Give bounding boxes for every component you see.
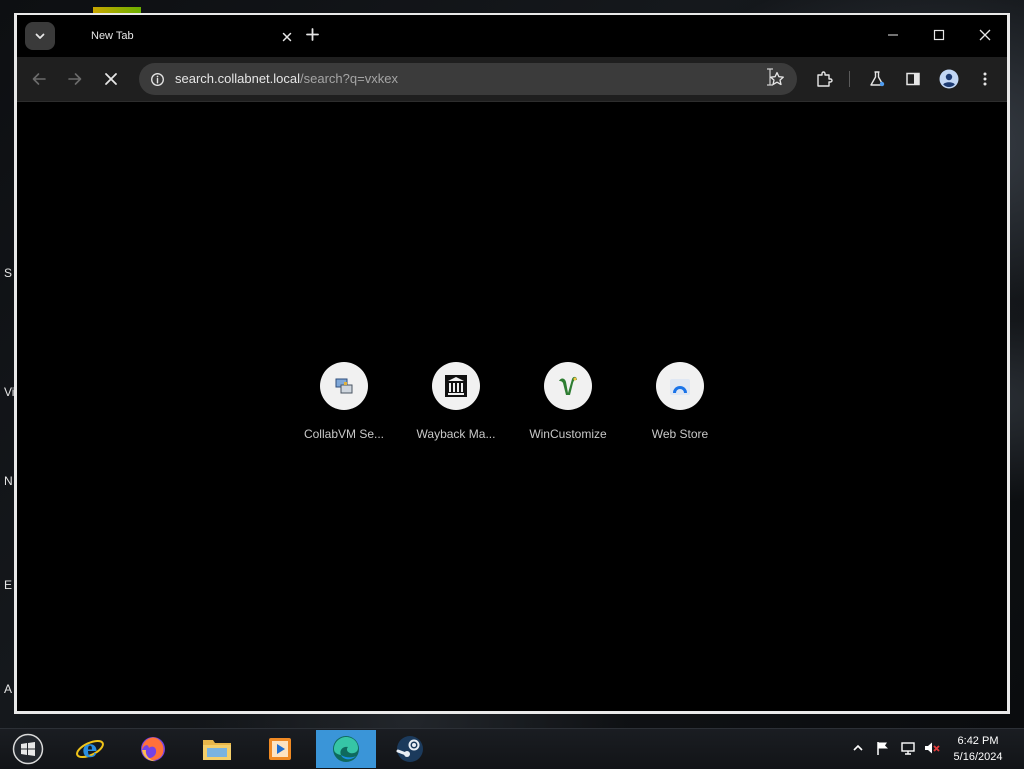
- close-window-button[interactable]: [965, 21, 1005, 49]
- taskbar-clock[interactable]: 6:42 PM 5/16/2024: [946, 733, 1010, 765]
- side-panel-icon: [906, 72, 920, 86]
- close-icon: [282, 32, 292, 42]
- file-explorer-icon: [203, 740, 231, 760]
- address-bar[interactable]: search.collabnet.local/search?q=vxkex: [139, 63, 797, 95]
- bookmark-button[interactable]: [765, 67, 789, 91]
- arrow-right-icon: [68, 73, 82, 85]
- toolbar-separator: [849, 71, 850, 87]
- maximize-icon: [933, 29, 945, 41]
- browser-window: New Tab search.collabnet.local/search?q=…: [14, 13, 1010, 714]
- show-hidden-icons-button[interactable]: [849, 739, 867, 757]
- firefox-icon: [141, 737, 165, 762]
- menu-button[interactable]: [969, 63, 1001, 95]
- shortcut-collabvm[interactable]: CollabVM Se...: [288, 362, 400, 441]
- new-tab-page: CollabVM Se... Wayback Ma... WinCustomiz…: [17, 102, 1007, 711]
- minimize-icon: [888, 34, 898, 36]
- labs-button[interactable]: [861, 63, 893, 95]
- extensions-button[interactable]: [808, 63, 840, 95]
- close-icon: [979, 29, 991, 41]
- taskbar-media-player[interactable]: [250, 730, 310, 768]
- collabvm-icon: [335, 378, 353, 394]
- desktop-label-fragment: N: [4, 474, 13, 488]
- taskbar: e 6:42 PM 5/16/2024: [0, 728, 1024, 769]
- clock-date: 5/16/2024: [953, 751, 1003, 763]
- desktop-label-fragment: E: [4, 578, 13, 592]
- site-info-button[interactable]: [145, 67, 169, 91]
- minimize-button[interactable]: [873, 21, 913, 49]
- close-icon: [105, 73, 117, 85]
- shortcut-wayback-machine[interactable]: Wayback Ma...: [400, 362, 512, 441]
- taskbar-firefox[interactable]: [123, 730, 183, 768]
- profile-button[interactable]: [933, 63, 965, 95]
- avatar-icon: [939, 69, 959, 89]
- desktop-label-fragment: Vi: [4, 385, 15, 399]
- star-icon: [770, 71, 784, 86]
- maximize-button[interactable]: [919, 21, 959, 49]
- forward-button[interactable]: [59, 63, 91, 95]
- action-center-button[interactable]: [874, 739, 892, 757]
- shortcut-icon-circle: [320, 362, 368, 410]
- tab-new-tab[interactable]: New Tab: [63, 21, 297, 57]
- shortcut-icon-circle: [656, 362, 704, 410]
- plus-icon: [305, 27, 319, 41]
- shortcut-icon-circle: [544, 362, 592, 410]
- taskbar-internet-explorer[interactable]: e: [60, 730, 120, 768]
- desktop-label-fragment: S: [4, 266, 13, 280]
- browser-toolbar: search.collabnet.local/search?q=vxkex: [17, 57, 1007, 102]
- taskbar-edge[interactable]: [316, 730, 376, 768]
- chevron-up-icon: [853, 744, 863, 751]
- shortcut-label: CollabVM Se...: [303, 427, 385, 441]
- flag-icon: [877, 742, 888, 755]
- steam-icon: [396, 736, 423, 762]
- title-bar: New Tab: [17, 15, 1007, 57]
- tab-title: New Tab: [91, 30, 134, 42]
- shortcut-web-store[interactable]: Web Store: [624, 362, 736, 441]
- clock-time: 6:42 PM: [957, 735, 999, 747]
- shortcut-label: Web Store: [651, 427, 709, 441]
- network-icon: [901, 742, 915, 755]
- wincustomize-icon: [559, 376, 577, 395]
- url-path: /search?q=vxkex: [300, 71, 398, 86]
- svg-text:e: e: [82, 734, 97, 763]
- edge-icon: [333, 736, 359, 762]
- taskbar-file-explorer[interactable]: [187, 730, 247, 768]
- desktop-label-fragment: A: [4, 682, 13, 696]
- url-text[interactable]: search.collabnet.local/search?q=vxkex: [175, 71, 398, 86]
- web-store-icon: [670, 379, 690, 395]
- media-player-icon: [269, 738, 291, 760]
- taskbar-steam[interactable]: [380, 730, 440, 768]
- puzzle-icon: [817, 71, 833, 87]
- shortcut-wincustomize[interactable]: WinCustomize: [512, 362, 624, 441]
- chevron-down-icon: [35, 33, 45, 39]
- new-tab-button[interactable]: [302, 24, 322, 44]
- volume-button[interactable]: [923, 739, 941, 757]
- network-button[interactable]: [899, 739, 917, 757]
- shortcut-label: WinCustomize: [529, 427, 607, 441]
- archive-building-icon: [445, 375, 467, 397]
- volume-muted-icon: [925, 742, 940, 754]
- tab-search-button[interactable]: [25, 22, 55, 50]
- back-button[interactable]: [23, 63, 55, 95]
- arrow-left-icon: [32, 73, 46, 85]
- side-panel-button[interactable]: [897, 63, 929, 95]
- shortcut-label: Wayback Ma...: [416, 427, 496, 441]
- start-button[interactable]: [8, 731, 48, 767]
- shortcut-icon-circle: [432, 362, 480, 410]
- url-host: search.collabnet.local: [175, 71, 301, 86]
- tab-close-button[interactable]: [279, 29, 295, 45]
- flask-icon: [870, 71, 885, 87]
- windows-logo-icon: [12, 733, 44, 765]
- info-icon: [150, 72, 164, 86]
- stop-loading-button[interactable]: [95, 63, 127, 95]
- more-vertical-icon: [983, 72, 987, 86]
- internet-explorer-icon: e: [76, 734, 104, 763]
